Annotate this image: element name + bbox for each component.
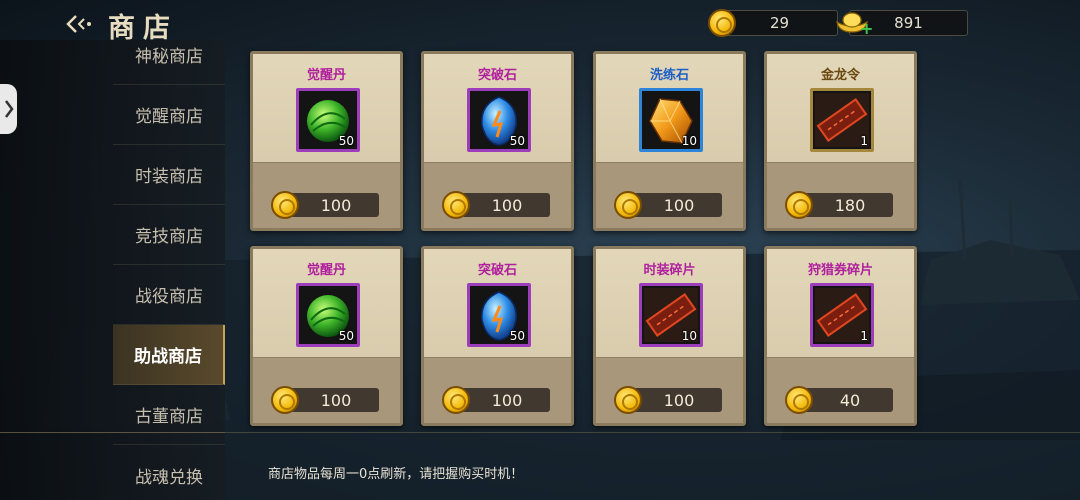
gold-counter: 29 <box>721 10 838 36</box>
divider <box>0 432 225 433</box>
coin-icon <box>271 386 299 414</box>
coin-icon <box>785 191 813 219</box>
shop-item-card[interactable]: 觉醒丹 50 100 <box>250 51 403 231</box>
item-icon-frame: 50 <box>296 88 360 152</box>
item-icon-frame: 1 <box>810 88 874 152</box>
item-icon-frame: 10 <box>639 283 703 347</box>
item-icon-frame: 50 <box>467 88 531 152</box>
item-icon-frame: 50 <box>467 283 531 347</box>
item-price: 40 <box>839 390 861 410</box>
sidebar-item-awakening-shop[interactable]: 觉醒商店 <box>113 85 225 145</box>
item-name: 洗练石 <box>649 68 689 83</box>
shop-item-card[interactable]: 时装碎片 10 100 <box>593 246 746 426</box>
price-box: 180 <box>801 193 893 217</box>
coin-icon <box>614 191 642 219</box>
chevron-right-icon <box>4 100 14 118</box>
sidebar-item-label: 时装商店 <box>135 167 203 187</box>
back-arrow-icon[interactable] <box>64 12 94 36</box>
item-name: 觉醒丹 <box>306 68 346 83</box>
sidebar-item-label: 竞技商店 <box>135 227 203 247</box>
sidebar-item-label: 觉醒商店 <box>135 107 203 127</box>
expand-menu-handle[interactable] <box>0 84 17 134</box>
coin-icon <box>442 386 470 414</box>
item-name: 突破石 <box>477 68 517 83</box>
item-count: 10 <box>681 134 697 148</box>
sidebar-item-arena-shop[interactable]: 竞技商店 <box>113 205 225 265</box>
header: 商店 <box>0 0 225 48</box>
item-count: 50 <box>509 134 525 148</box>
shop-item-card[interactable]: 洗练石 10 100 <box>593 51 746 231</box>
item-icon-frame: 1 <box>810 283 874 347</box>
price-box: 100 <box>630 388 722 412</box>
item-name: 觉醒丹 <box>306 263 346 278</box>
coin-icon <box>614 386 642 414</box>
item-icon-frame: 50 <box>296 283 360 347</box>
refresh-notice: 商店物品每周一0点刷新，请把握购买时机！ <box>268 467 524 482</box>
item-price: 100 <box>320 390 352 410</box>
item-count: 50 <box>509 329 525 343</box>
page-title: 商店 <box>108 13 178 44</box>
gold-amount: 29 <box>769 14 790 32</box>
price-box: 100 <box>458 193 550 217</box>
item-count: 10 <box>681 329 697 343</box>
item-price: 100 <box>663 390 695 410</box>
item-name: 金龙令 <box>820 68 860 83</box>
sidebar-item-label: 古董商店 <box>135 407 203 427</box>
price-box: 100 <box>458 388 550 412</box>
item-price: 100 <box>491 390 523 410</box>
item-name: 狩猎券碎片 <box>807 263 873 278</box>
shop-item-card[interactable]: 突破石 50 100 <box>421 51 574 231</box>
divider <box>225 432 1080 433</box>
add-ingot-icon[interactable]: + <box>860 21 873 37</box>
shop-item-card[interactable]: 突破石 50 100 <box>421 246 574 426</box>
price-box: 40 <box>801 388 893 412</box>
coin-icon <box>785 386 813 414</box>
item-count: 1 <box>860 329 868 343</box>
sidebar-item-soul-exchange[interactable]: 战魂兑换 <box>113 445 225 500</box>
sidebar-item-label: 战魂兑换 <box>135 467 203 488</box>
item-name: 突破石 <box>477 263 517 278</box>
ingot-amount: 891 <box>894 14 923 32</box>
item-count: 1 <box>860 134 868 148</box>
sidebar-item-assist-shop[interactable]: 助战商店 <box>113 325 225 385</box>
item-price: 180 <box>834 195 866 215</box>
sidebar-item-fashion-shop[interactable]: 时装商店 <box>113 145 225 205</box>
price-box: 100 <box>287 193 379 217</box>
sidebar-item-label: 战役商店 <box>135 287 203 307</box>
price-box: 100 <box>630 193 722 217</box>
item-count: 50 <box>338 329 354 343</box>
item-price: 100 <box>320 195 352 215</box>
sidebar-item-antique-shop[interactable]: 古董商店 <box>113 385 225 445</box>
item-name: 时装碎片 <box>643 263 696 278</box>
price-box: 100 <box>287 388 379 412</box>
item-price: 100 <box>663 195 695 215</box>
shop-sidebar: 神秘商店 觉醒商店 时装商店 竞技商店 战役商店 助战商店 古董商店 战魂兑换 <box>0 40 225 500</box>
coin-icon <box>442 191 470 219</box>
coin-icon <box>271 191 299 219</box>
sidebar-item-label: 助战商店 <box>134 347 202 367</box>
item-price: 100 <box>491 195 523 215</box>
shop-item-card[interactable]: 金龙令 1 180 <box>764 51 917 231</box>
item-count: 50 <box>338 134 354 148</box>
item-icon-frame: 10 <box>639 88 703 152</box>
sidebar-item-campaign-shop[interactable]: 战役商店 <box>113 265 225 325</box>
shop-item-card[interactable]: 觉醒丹 50 100 <box>250 246 403 426</box>
shop-item-card[interactable]: 狩猎券碎片 1 40 <box>764 246 917 426</box>
gold-coin-icon <box>708 9 736 37</box>
